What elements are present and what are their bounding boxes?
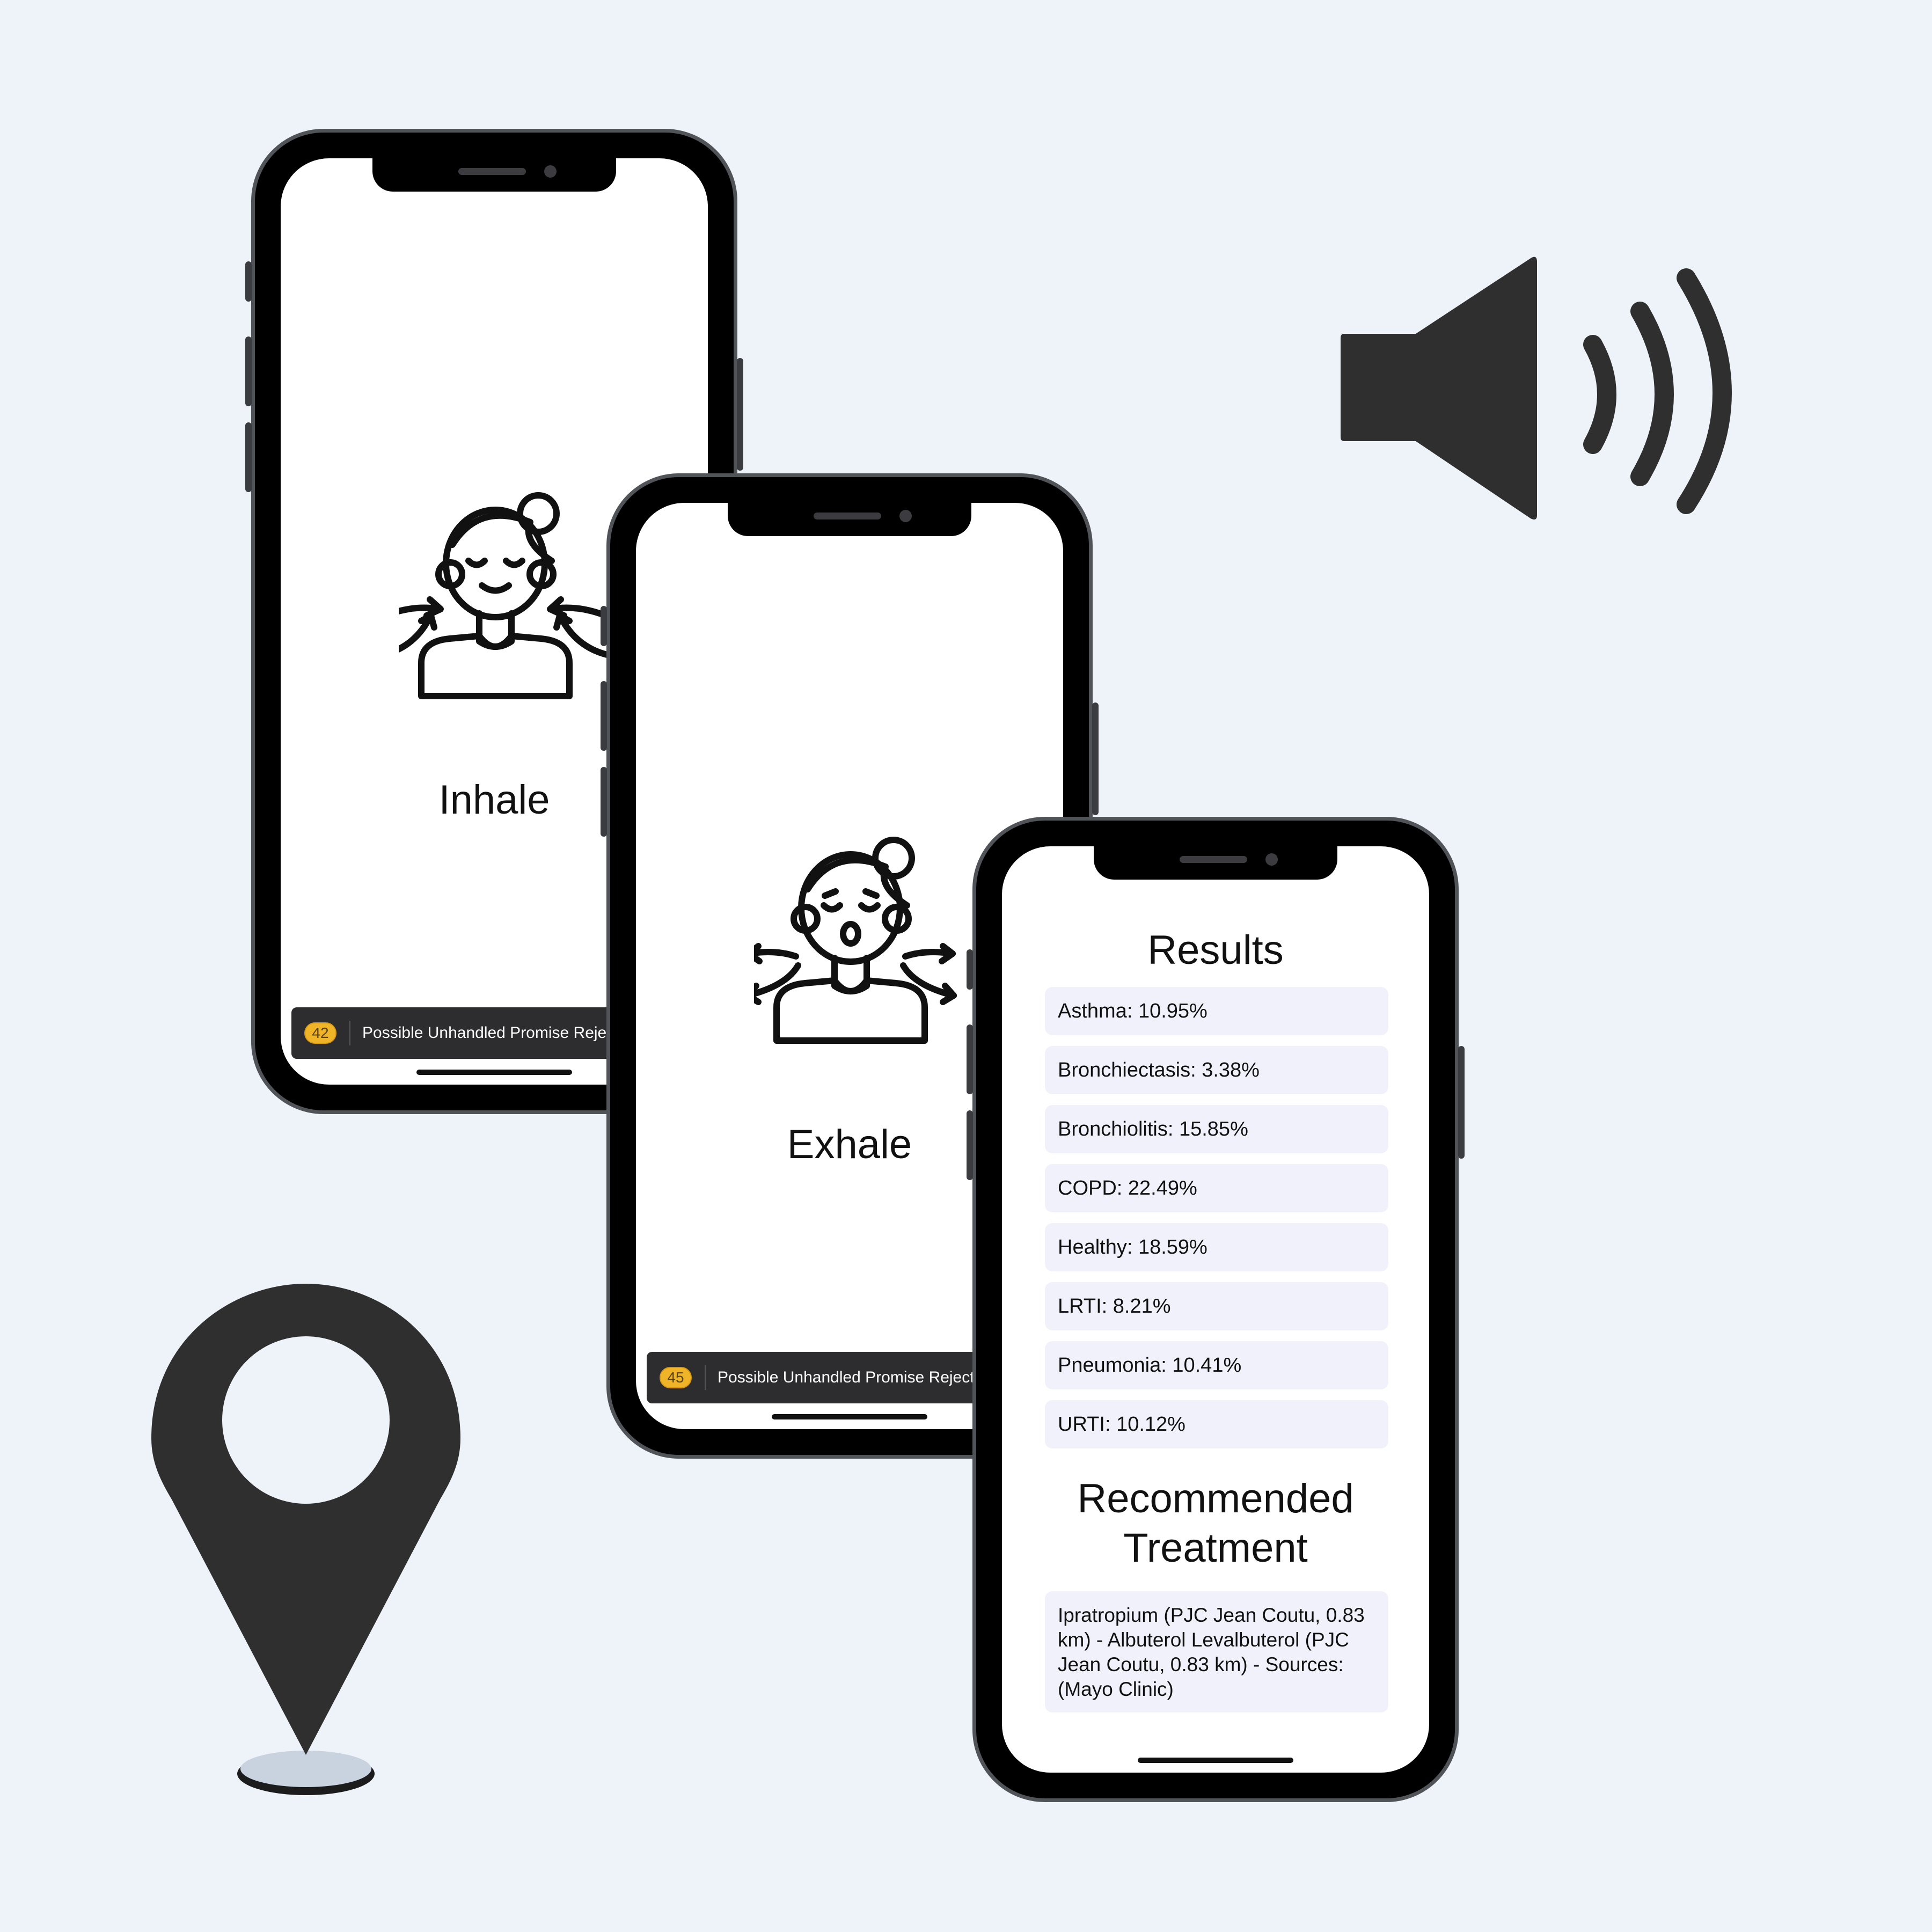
location-pin-icon — [151, 1284, 460, 1795]
error-count-badge: 42 — [304, 1022, 336, 1044]
treatment-title-text: Recommended Treatment — [1077, 1476, 1354, 1571]
results-list: Asthma: 10.95% Bronchiectasis: 3.38% Bro… — [1045, 987, 1388, 1459]
treatment-text: Ipratropium (PJC Jean Coutu, 0.83 km) - … — [1045, 1591, 1388, 1713]
home-indicator[interactable] — [1138, 1758, 1293, 1763]
notch — [728, 503, 971, 536]
phone-results: Results Asthma: 10.95% Bronchiectasis: 3… — [967, 817, 1465, 1802]
notch — [1094, 846, 1337, 880]
notch — [372, 158, 616, 192]
error-toast-text: Possible Unhandled Promise Rejection — [718, 1368, 996, 1386]
person-inhale-icon — [399, 492, 610, 699]
result-item-lrti: LRTI: 8.21% — [1045, 1282, 1388, 1330]
results-screen[interactable]: Results Asthma: 10.95% Bronchiectasis: 3… — [1002, 846, 1429, 1773]
result-item-urti: URTI: 10.12% — [1045, 1400, 1388, 1448]
result-item-pneumonia: Pneumonia: 10.41% — [1045, 1341, 1388, 1389]
home-indicator[interactable] — [416, 1070, 572, 1075]
result-item-asthma: Asthma: 10.95% — [1045, 987, 1388, 1035]
person-exhale-icon — [754, 837, 957, 1044]
home-indicator[interactable] — [772, 1414, 927, 1419]
result-item-copd: COPD: 22.49% — [1045, 1164, 1388, 1212]
speaker-volume-icon — [1341, 257, 1732, 519]
result-item-healthy: Healthy: 18.59% — [1045, 1223, 1388, 1271]
result-item-bronchiectasis: Bronchiectasis: 3.38% — [1045, 1046, 1388, 1094]
error-toast-text: Possible Unhandled Promise Rejection — [362, 1024, 641, 1042]
results-title: Results — [1147, 927, 1284, 973]
result-item-bronchiolitis: Bronchiolitis: 15.85% — [1045, 1105, 1388, 1153]
treatment-title: Recommended Treatment — [1002, 1474, 1429, 1573]
error-count-badge: 45 — [660, 1367, 692, 1388]
